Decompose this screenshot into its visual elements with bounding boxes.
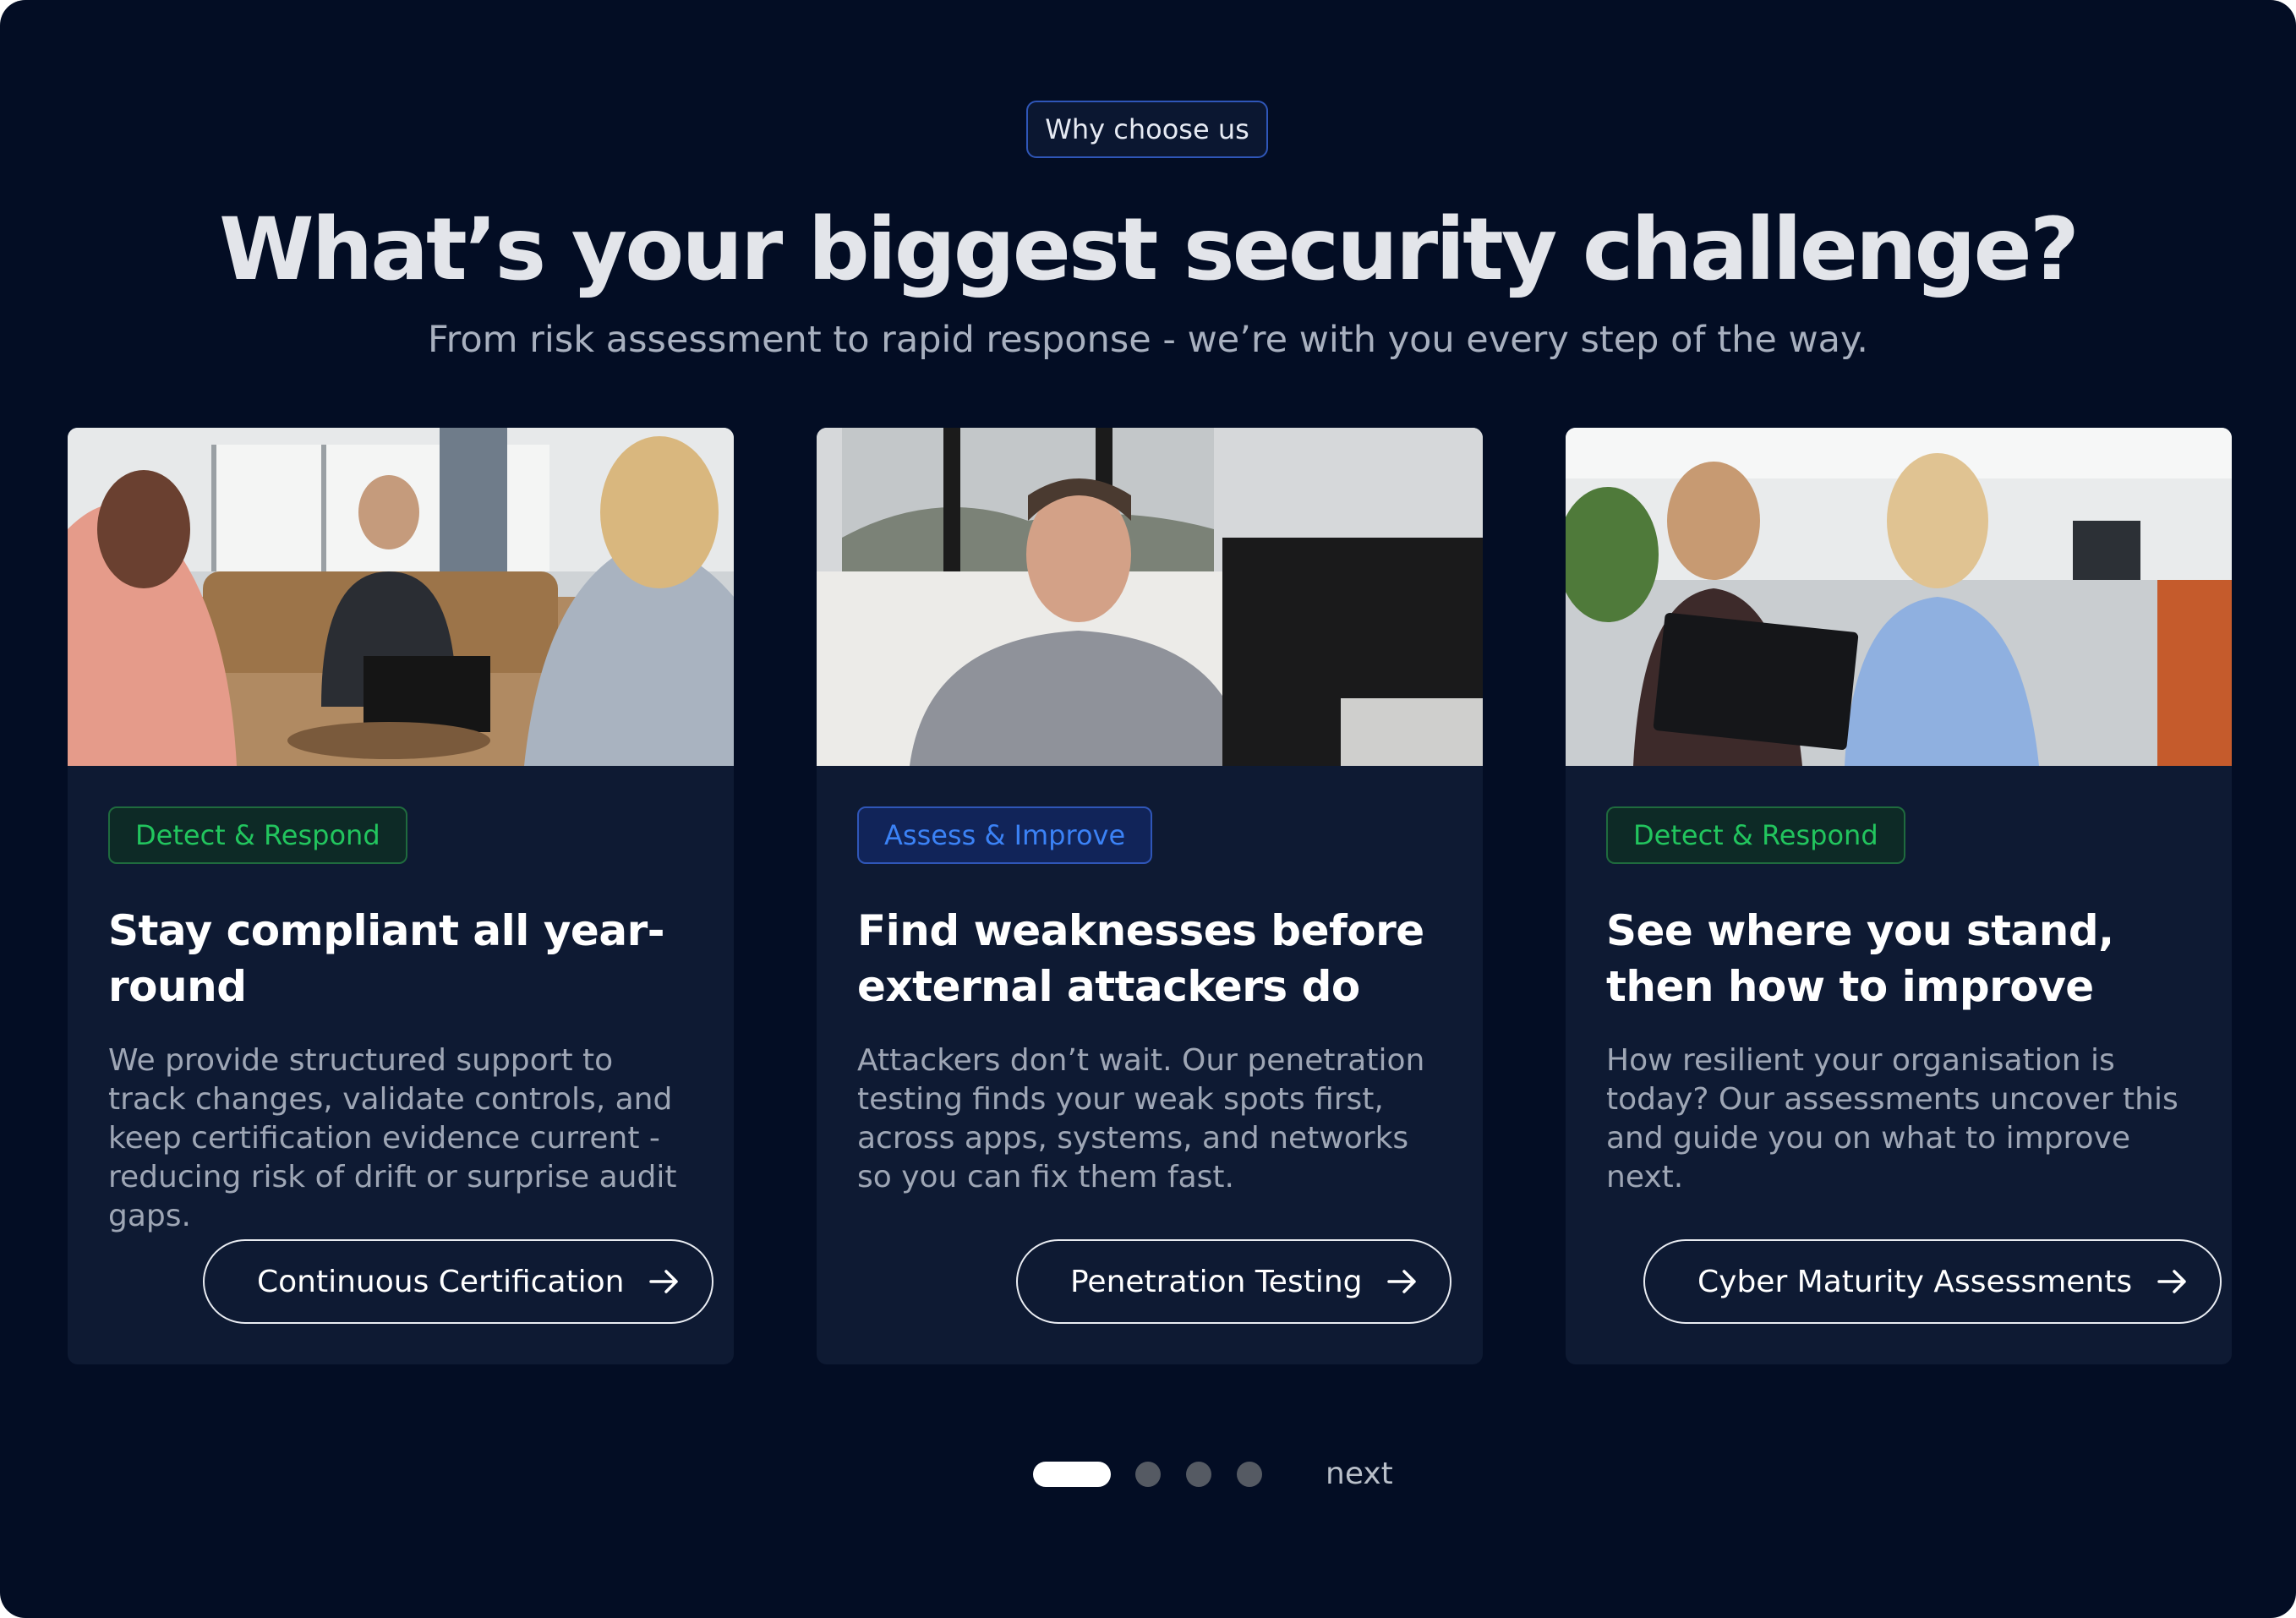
card-photo-analyst: [817, 428, 1483, 766]
service-card-cyber-maturity: Detect & Respond See where you stand, th…: [1566, 428, 2232, 1364]
card-photo-meeting: [68, 428, 734, 766]
card-title: Find weaknesses before external attacker…: [857, 906, 1424, 1011]
why-choose-us-section: Why choose us What’s your biggest securi…: [0, 0, 2296, 1618]
cta-label: Penetration Testing: [1070, 1264, 1363, 1299]
cta-label: Continuous Certification: [257, 1264, 625, 1299]
cta-label: Cyber Maturity Assessments: [1697, 1264, 2133, 1299]
card-title: See where you stand, then how to improve: [1606, 906, 2114, 1011]
pagination-dot-active[interactable]: [1033, 1462, 1111, 1487]
pagination-dot[interactable]: [1135, 1462, 1161, 1487]
arrow-right-icon: [2156, 1265, 2189, 1298]
penetration-testing-button[interactable]: Penetration Testing: [1016, 1239, 1452, 1324]
arrow-right-icon: [1386, 1265, 1419, 1298]
card-photo-office: [1566, 428, 2232, 766]
cyber-maturity-assessments-button[interactable]: Cyber Maturity Assessments: [1643, 1239, 2222, 1324]
card-tag: Detect & Respond: [1606, 806, 1905, 864]
pagination-dot[interactable]: [1237, 1462, 1262, 1487]
card-description: How resilient your organisation is today…: [1606, 1043, 2178, 1194]
arrow-right-icon: [648, 1265, 681, 1298]
card-description: We provide structured support to track c…: [108, 1043, 677, 1233]
card-tag: Assess & Improve: [857, 806, 1153, 864]
eyebrow-badge: Why choose us: [1026, 101, 1268, 158]
card-tag: Detect & Respond: [108, 806, 407, 864]
card-description: Attackers don’t wait. Our penetration te…: [857, 1043, 1425, 1194]
next-button[interactable]: next: [1326, 1454, 1393, 1495]
carousel-pagination: next: [0, 1454, 2296, 1495]
continuous-certification-button[interactable]: Continuous Certification: [203, 1239, 714, 1324]
service-card-penetration-testing: Assess & Improve Find weaknesses before …: [817, 428, 1483, 1364]
section-title: What’s your biggest security challenge?: [219, 200, 2080, 300]
pagination-dot[interactable]: [1186, 1462, 1211, 1487]
service-card-continuous-certification: Detect & Respond Stay compliant all year…: [68, 428, 734, 1364]
card-title: Stay compliant all year-round: [108, 906, 665, 1011]
section-subtitle: From risk assessment to rapid response -…: [428, 319, 1868, 361]
